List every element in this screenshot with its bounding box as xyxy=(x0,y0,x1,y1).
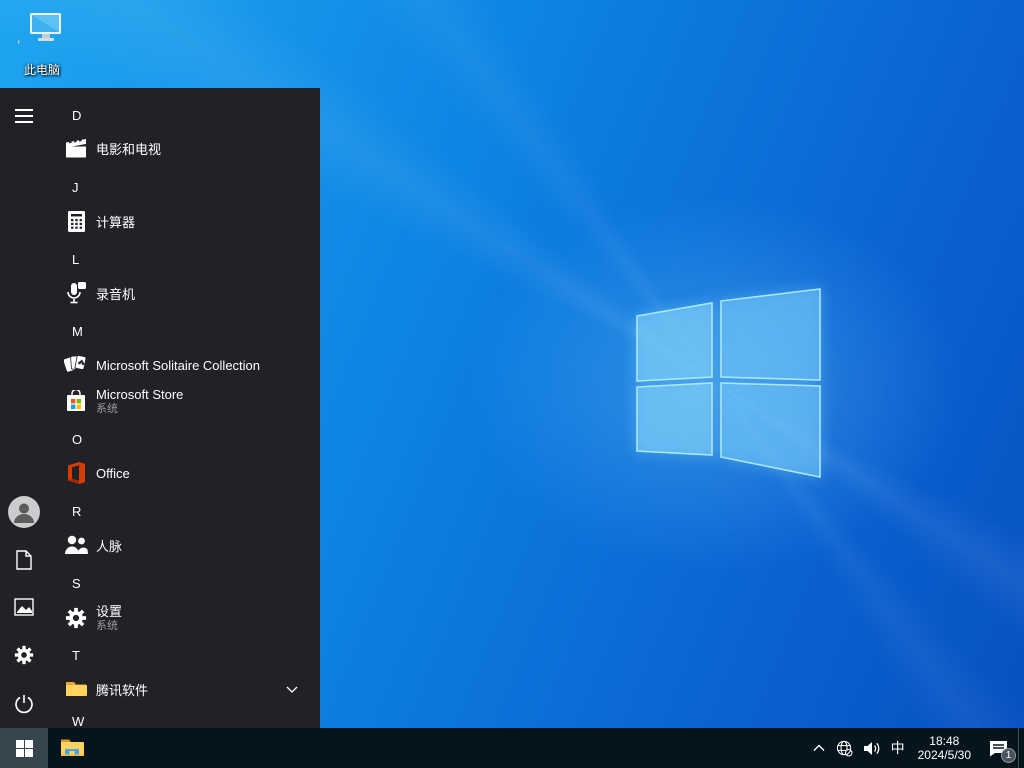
section-header-t[interactable]: T xyxy=(48,640,320,670)
taskbar: 中 18:48 2024/5/30 1 xyxy=(0,728,1024,768)
app-item-calculator[interactable]: 计算器 xyxy=(48,204,320,238)
start-menu-app-list: D 电影和电视 J 计算器 L 录音机 M Microsoft Solitair… xyxy=(48,88,320,728)
settings-gear-icon xyxy=(64,606,88,630)
app-item-settings[interactable]: 设置 系统 xyxy=(48,598,320,638)
app-item-people[interactable]: 人脉 xyxy=(48,528,320,562)
desktop-icon-label: 此电脑 xyxy=(23,63,60,77)
app-item-movies-tv[interactable]: 电影和电视 xyxy=(48,131,320,165)
ime-indicator[interactable]: 中 xyxy=(886,728,910,768)
speaker-icon xyxy=(863,741,879,755)
voice-recorder-icon xyxy=(64,281,88,305)
globe-no-internet-icon xyxy=(836,740,853,756)
app-item-microsoft-store[interactable]: Microsoft Store 系统 xyxy=(48,381,320,421)
desktop: 此电脑 D 电影和电视 J 计算器 L 录音机 M Microsoft Soli… xyxy=(0,0,1024,768)
start-button[interactable] xyxy=(0,728,48,768)
section-header-r[interactable]: R xyxy=(48,496,320,526)
calculator-icon xyxy=(64,209,88,233)
app-item-tencent-folder[interactable]: 腾讯软件 xyxy=(48,672,320,706)
microsoft-store-icon xyxy=(64,389,88,413)
this-pc-icon xyxy=(0,10,66,59)
settings-rail-button[interactable] xyxy=(0,631,48,679)
section-header-d[interactable]: D xyxy=(48,100,320,130)
hidden-icons-button[interactable] xyxy=(807,728,831,768)
user-avatar-icon xyxy=(8,496,40,528)
network-button[interactable] xyxy=(831,728,858,768)
pictures-button[interactable] xyxy=(0,583,48,631)
folder-icon xyxy=(64,677,88,701)
clock-time: 18:48 xyxy=(929,734,960,748)
start-menu-rail xyxy=(0,88,48,728)
power-button[interactable] xyxy=(0,680,48,728)
clock[interactable]: 18:48 2024/5/30 xyxy=(910,728,979,768)
section-header-l[interactable]: L xyxy=(48,244,320,274)
app-item-solitaire[interactable]: Microsoft Solitaire Collection xyxy=(48,348,320,382)
office-icon xyxy=(64,461,88,485)
windows-logo-icon xyxy=(15,739,33,757)
volume-button[interactable] xyxy=(858,728,886,768)
chevron-down-icon xyxy=(286,680,298,698)
file-explorer-icon xyxy=(61,739,84,756)
people-icon xyxy=(64,533,88,557)
section-header-o[interactable]: O xyxy=(48,424,320,454)
system-tray: 中 18:48 2024/5/30 1 xyxy=(807,728,1024,768)
notification-badge: 1 xyxy=(1001,748,1016,763)
show-desktop-button[interactable] xyxy=(1018,728,1024,768)
documents-button[interactable] xyxy=(0,536,48,584)
documents-icon xyxy=(16,550,32,570)
chevron-up-icon xyxy=(813,744,825,751)
file-explorer-button[interactable] xyxy=(48,728,96,768)
section-header-j[interactable]: J xyxy=(48,172,320,202)
section-header-w[interactable]: W xyxy=(48,706,320,729)
power-icon xyxy=(15,695,33,714)
solitaire-icon xyxy=(64,353,88,377)
app-item-voice-recorder[interactable]: 录音机 xyxy=(48,276,320,310)
gear-icon xyxy=(14,645,34,665)
start-menu: D 电影和电视 J 计算器 L 录音机 M Microsoft Solitair… xyxy=(0,88,320,728)
pictures-icon xyxy=(14,598,34,616)
section-header-s[interactable]: S xyxy=(48,568,320,598)
user-account-button[interactable] xyxy=(0,488,48,536)
section-header-m[interactable]: M xyxy=(48,316,320,346)
hamburger-menu-button[interactable] xyxy=(0,92,48,140)
movies-tv-icon xyxy=(64,136,88,160)
clock-date: 2024/5/30 xyxy=(917,748,971,762)
desktop-icon-this-pc[interactable]: 此电脑 xyxy=(0,10,74,84)
action-center-button[interactable]: 1 xyxy=(979,728,1018,768)
hamburger-icon xyxy=(15,109,33,123)
app-item-office[interactable]: Office xyxy=(48,456,320,490)
